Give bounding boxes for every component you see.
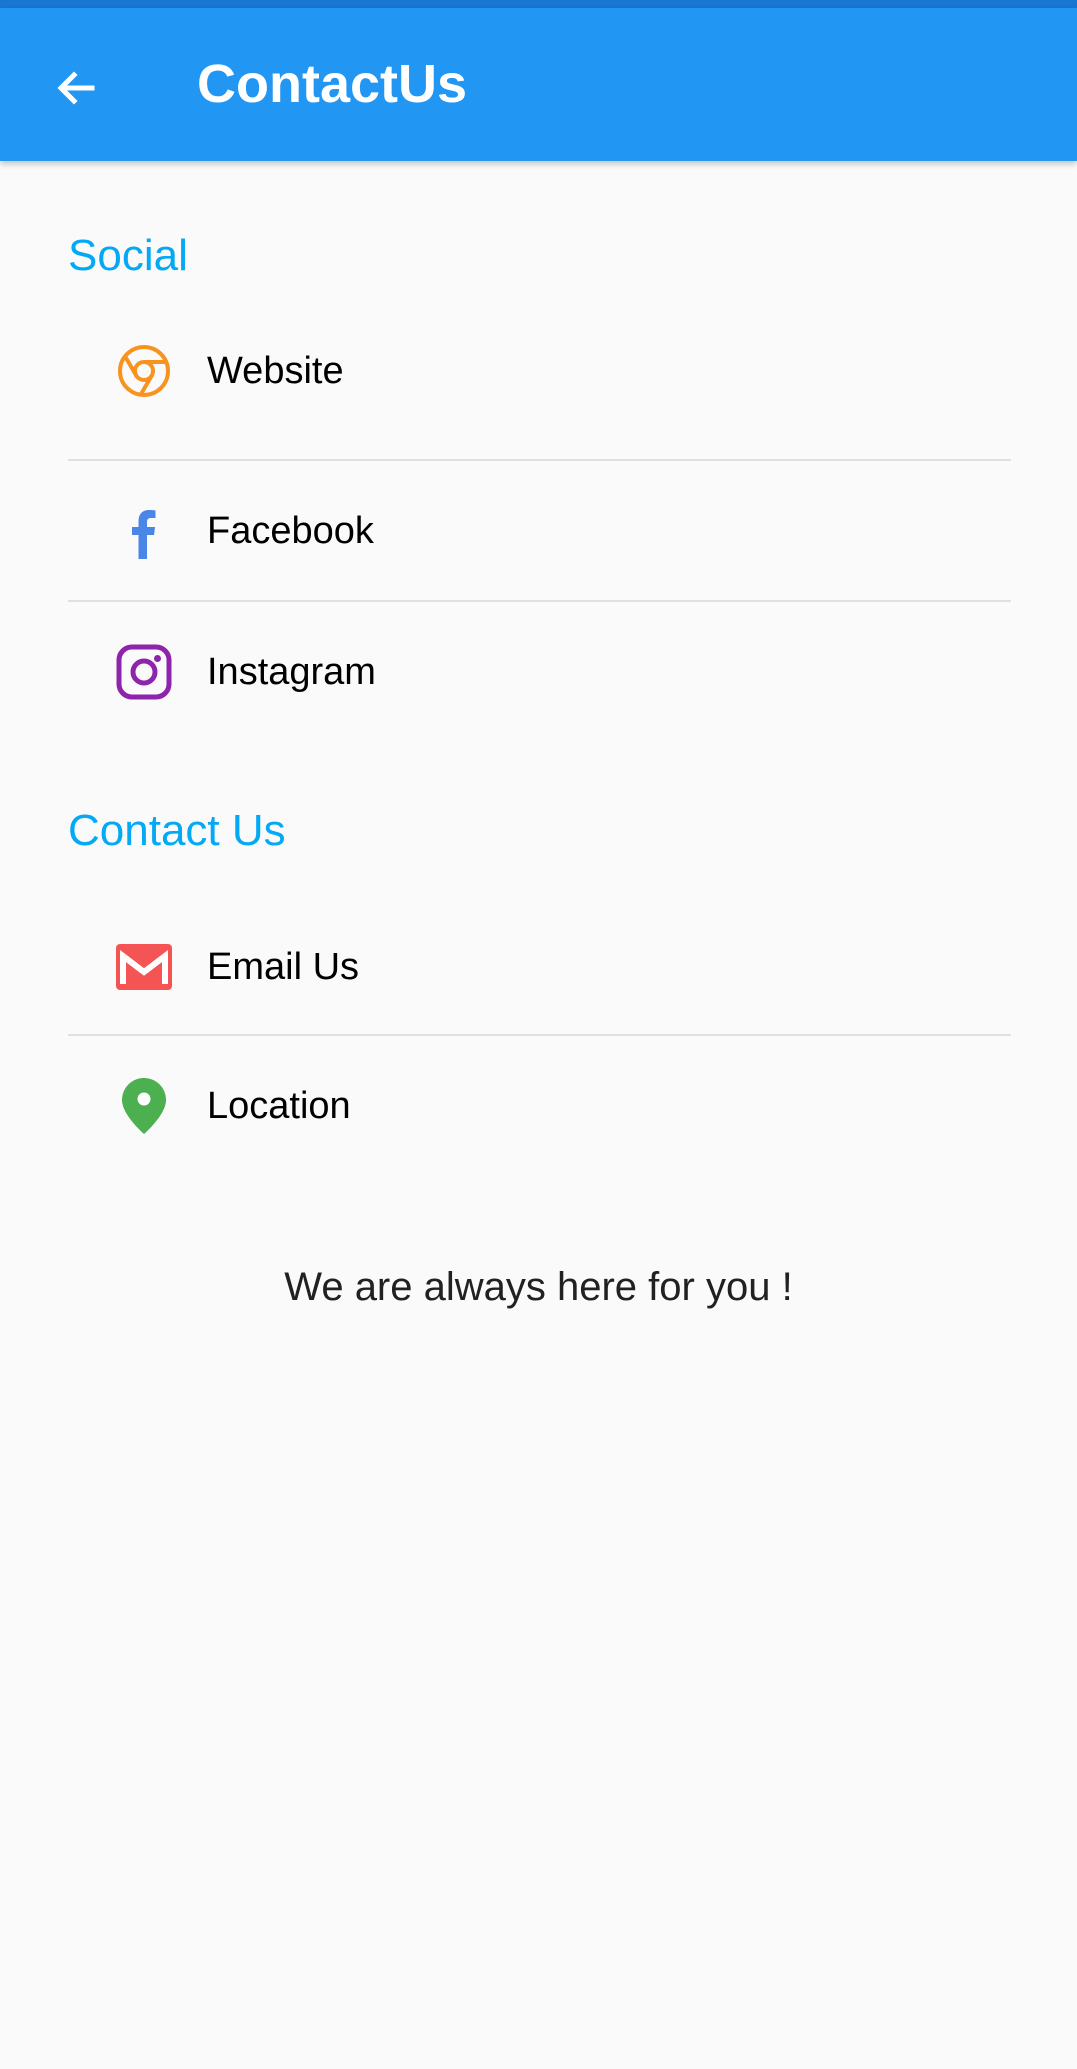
list-item-email[interactable]: Email Us <box>68 897 1011 1037</box>
section-header-contact: Contact Us <box>68 806 286 855</box>
list-item-label: Facebook <box>207 509 374 552</box>
list-item-website[interactable]: Website <box>68 301 1011 441</box>
list-item-label: Email Us <box>207 945 360 988</box>
location-pin-icon <box>114 1076 174 1136</box>
instagram-icon <box>114 642 174 702</box>
footer-message: We are always here for you ! <box>284 1265 793 1309</box>
list-item-facebook[interactable]: Facebook <box>68 461 1011 601</box>
gmail-icon <box>114 937 174 997</box>
status-bar <box>0 0 1077 8</box>
section-header-social: Social <box>68 231 188 280</box>
chrome-icon <box>114 341 174 401</box>
list-item-location[interactable]: Location <box>68 1036 1011 1176</box>
arrow-left-icon <box>52 64 100 117</box>
facebook-icon <box>114 501 174 561</box>
app-bar: ContactUs <box>0 8 1077 161</box>
back-button[interactable] <box>36 50 116 130</box>
list-item-label: Website <box>207 349 344 392</box>
page-title: ContactUs <box>197 54 468 114</box>
list-item-instagram[interactable]: Instagram <box>68 602 1011 742</box>
list-item-label: Location <box>207 1084 351 1127</box>
list-item-label: Instagram <box>207 650 376 693</box>
